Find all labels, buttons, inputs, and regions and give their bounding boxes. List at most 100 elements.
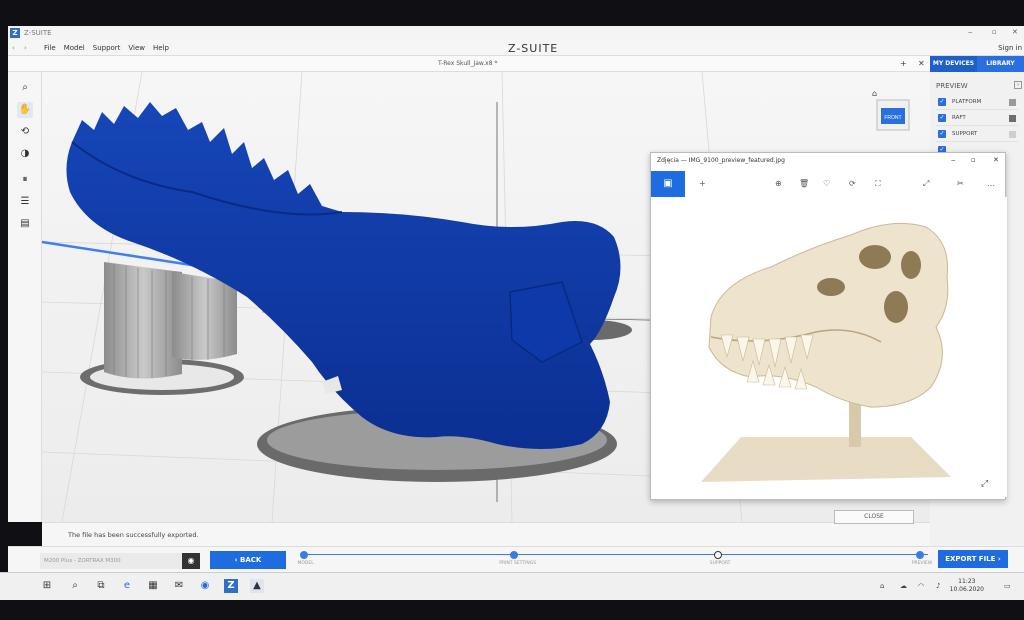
tab-my-devices[interactable]: MY DEVICES [930,56,977,72]
view-cube[interactable]: FRONT [876,99,910,131]
step-support[interactable] [714,551,722,559]
rotate-icon[interactable]: ⟳ [849,179,856,188]
clock-date: 10.06.2020 [949,586,984,593]
chrome-icon[interactable]: ◉ [198,579,212,593]
clock-time: 11:23 [958,578,976,585]
status-bar: The file has been successfully exported. [42,522,930,546]
grid-icon[interactable]: ▤ [17,216,33,232]
view-cube-label: FRONT [884,115,901,121]
close-tab-button[interactable]: ✕ [918,59,925,68]
fullscreen-icon[interactable]: ⤢ [923,179,929,189]
menu-view[interactable]: View [128,44,145,52]
view-icon[interactable]: ◑ [17,146,33,162]
zsuite-icon[interactable]: Z [224,579,238,593]
image-view-icon[interactable]: ▣ [651,171,685,197]
color-swatch [1009,99,1016,106]
photos-minimize-button[interactable]: ‒ [951,156,955,164]
crop-icon[interactable]: ⛶ [875,179,881,189]
preview-heading: PREVIEW › [930,72,1024,94]
photos-title: Zdjęcia — IMG_9100_preview_featured.jpg [657,157,785,164]
mail-icon[interactable]: ✉ [172,579,186,593]
preview-item-support[interactable]: ✓ SUPPORT [936,126,1018,142]
left-toolbar: ⌕ ✋ ⟲ ◑ ⏸ ☰ ▤ [8,72,42,522]
menu-items: File Model Support View Help [44,44,169,52]
hand-icon[interactable]: ✋ [17,102,33,118]
step-label: SUPPORT [709,561,731,566]
layers-icon[interactable]: ☰ [17,194,33,210]
close-window-button[interactable]: ✕ [1012,28,1018,36]
start-icon[interactable]: ⊞ [40,579,54,593]
app-logo-icon: Z [10,28,20,38]
maximize-button[interactable]: ▫ [992,28,997,36]
photos-viewer-window: Zdjęcia — IMG_9100_preview_featured.jpg … [650,152,1007,500]
file-tab-bar: T-Rex Skull_Jaw.x8 * + ✕ [8,56,932,72]
status-message: The file has been successfully exported. [68,531,199,539]
notifications-icon[interactable]: ▭ [1004,582,1011,590]
step-preview[interactable] [916,551,924,559]
back-button[interactable]: ‹ BACK [210,551,286,569]
zoom-icon[interactable]: ⊕ [775,179,782,188]
device-selector[interactable]: M200 Plus - ZORTRAX M300 ◉ [40,553,200,569]
tray-wifi-icon[interactable]: ◠ [918,582,924,590]
explorer-icon[interactable]: ▦ [146,579,160,593]
expand-icon[interactable]: › [1014,81,1022,89]
edit-icon[interactable]: ✂ [957,179,964,188]
menu-help[interactable]: Help [153,44,169,52]
search-icon[interactable]: ⌕ [68,579,82,593]
stand-base [701,437,951,482]
checkbox-icon[interactable]: ✓ [938,130,946,138]
export-file-button[interactable]: EXPORT FILE › [938,550,1008,568]
tray-volume-icon[interactable]: ♪ [936,582,940,590]
preview-item-raft[interactable]: ✓ RAFT [936,110,1018,126]
more-icon[interactable]: … [987,179,995,188]
color-swatch [1009,115,1016,122]
home-view-icon[interactable]: ⌂ [872,89,877,98]
support-pillar [104,262,182,379]
sign-in-link[interactable]: Sign in [998,44,1022,52]
screen: Z Z-SUITE ‒ ▫ ✕ ‹ › File Model Support V… [0,0,1024,620]
menu-bar: ‹ › File Model Support View Help Z-SUITE… [8,40,1024,56]
step-label: MODEL [297,561,314,566]
step-model[interactable] [300,551,308,559]
preview-item-platform[interactable]: ✓ PLATFORM [936,94,1018,110]
checkbox-icon[interactable]: ✓ [938,98,946,106]
menu-file[interactable]: File [44,44,56,52]
step-label: PREVIEW [911,561,933,566]
expand-icon[interactable]: ⤢ [981,479,988,489]
file-tab[interactable]: T-Rex Skull_Jaw.x8 * [438,60,497,67]
step-print-settings[interactable] [510,551,518,559]
support-pillar [172,272,237,360]
checkbox-icon[interactable]: ✓ [938,114,946,122]
taskbar: ⊞ ⌕ ⧉ e ▦ ✉ ◉ Z ▲ ⌂ ☁ ◠ ♪ 11:23 10.06.20… [0,572,1024,600]
minimize-button[interactable]: ‒ [968,28,972,36]
title-bar: Z Z-SUITE ‒ ▫ ✕ [8,26,1024,40]
app-title: Z-SUITE [24,29,52,37]
zoom-icon[interactable]: ⌕ [17,80,33,96]
add-icon[interactable]: + [699,179,706,188]
task-view-icon[interactable]: ⧉ [94,579,108,593]
close-button[interactable]: CLOSE [834,510,914,524]
photos-icon[interactable]: ▲ [250,579,264,593]
workflow-progress: MODEL PRINT SETTINGS SUPPORT PREVIEW [298,551,932,571]
forward-nav-icon[interactable]: › [24,44,27,52]
brand-logo: Z-SUITE [508,42,559,55]
favorite-icon[interactable]: ♡ [823,179,830,188]
menu-model[interactable]: Model [64,44,85,52]
device-go-icon[interactable]: ◉ [182,553,200,569]
tray-network-icon[interactable]: ⌂ [880,582,884,590]
edge-icon[interactable]: e [120,579,134,593]
workflow-bar: M200 Plus - ZORTRAX M300 ◉ ‹ BACK MODEL … [8,546,1024,572]
clock[interactable]: 11:23 10.06.2020 [950,578,984,594]
menu-support[interactable]: Support [93,44,121,52]
skull-photo [651,197,1007,497]
photos-maximize-button[interactable]: ▫ [971,156,976,164]
add-tab-button[interactable]: + [900,59,907,68]
tab-library[interactable]: LIBRARY [977,56,1024,72]
pause-icon[interactable]: ⏸ [17,172,33,188]
photos-close-button[interactable]: ✕ [993,156,999,164]
tray-cloud-icon[interactable]: ☁ [900,582,907,590]
delete-icon[interactable]: 🗑 [799,179,809,188]
rotate-icon[interactable]: ⟲ [17,124,33,140]
back-nav-icon[interactable]: ‹ [12,44,15,52]
color-swatch [1009,131,1016,138]
